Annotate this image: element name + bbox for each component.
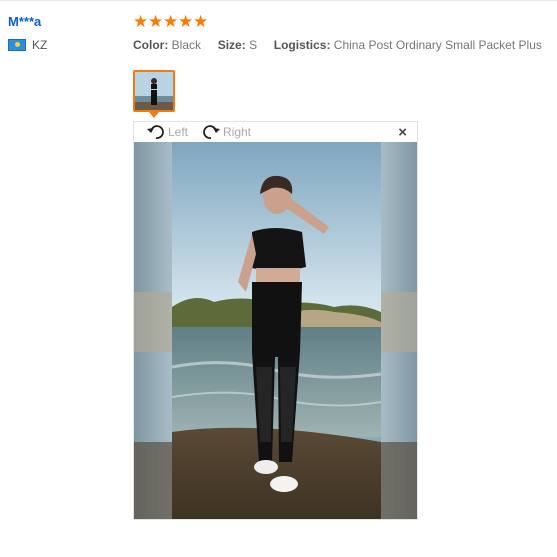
photo-viewer: Left Right × xyxy=(133,121,418,520)
review-photo xyxy=(134,142,417,519)
viewer-toolbar: Left Right × xyxy=(134,122,417,142)
reviewer-country: KZ xyxy=(8,38,47,52)
review-photo-image xyxy=(134,142,417,519)
rotate-left-icon xyxy=(147,125,164,139)
rotate-left-label: Left xyxy=(168,125,189,139)
rotate-left-button[interactable]: Left xyxy=(146,123,188,141)
rotate-right-label: Right xyxy=(223,125,252,139)
thumbnail-pointer xyxy=(149,112,159,118)
review-content: ★ ★ ★ ★ ★ Color: Black Size: S Logistics… xyxy=(133,12,553,52)
rotate-right-icon xyxy=(203,125,220,139)
reviewer-info: M***a KZ xyxy=(8,14,47,52)
top-divider xyxy=(0,0,557,1)
rotate-right-button[interactable]: Right xyxy=(201,123,251,141)
color-label: Color: xyxy=(133,38,169,52)
star-icon: ★ xyxy=(163,12,179,31)
thumbnail-image xyxy=(135,72,173,110)
color-value: Black xyxy=(171,38,202,52)
photo-thumbnail[interactable] xyxy=(133,70,175,112)
kazakhstan-flag-icon xyxy=(8,39,26,51)
logistics-label: Logistics: xyxy=(273,38,331,52)
close-icon[interactable]: × xyxy=(398,124,407,141)
star-icon: ★ xyxy=(178,12,194,31)
country-code: KZ xyxy=(32,38,48,52)
star-icon: ★ xyxy=(133,12,149,31)
logistics-value: China Post Ordinary Small Packet Plus xyxy=(333,38,542,52)
product-attributes: Color: Black Size: S Logistics: China Po… xyxy=(133,38,553,52)
size-label: Size: xyxy=(217,38,246,52)
reviewer-name[interactable]: M***a xyxy=(8,14,47,29)
star-icon: ★ xyxy=(193,12,209,31)
size-value: S xyxy=(249,38,258,52)
star-rating: ★ ★ ★ ★ ★ xyxy=(133,12,553,31)
star-icon: ★ xyxy=(148,12,164,31)
